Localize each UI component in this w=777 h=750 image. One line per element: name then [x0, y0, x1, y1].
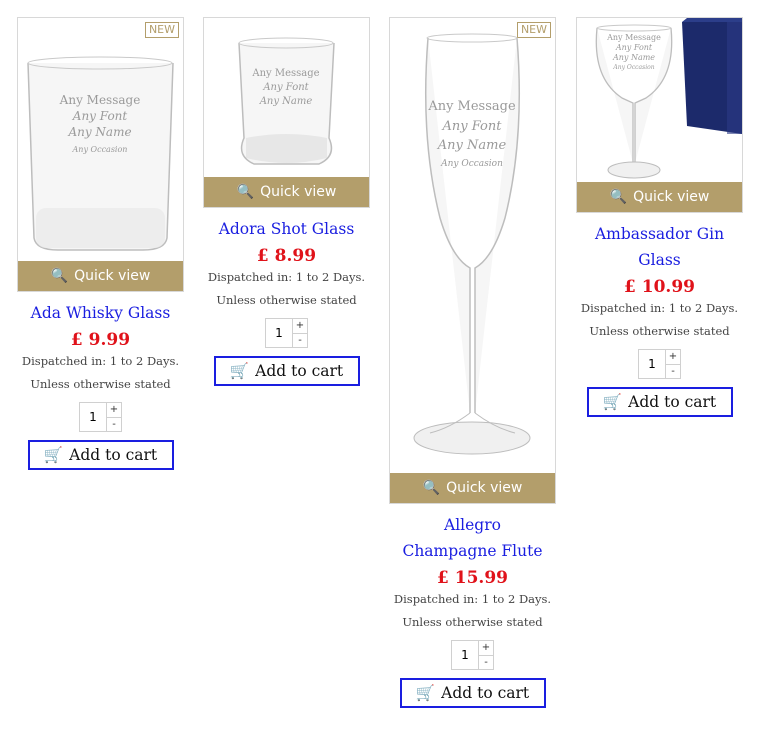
- dispatch-info: Dispatched in: 1 to 2 Days.: [21, 354, 180, 368]
- engraving-line: Any Name: [612, 53, 655, 62]
- whisky-glass-image: Any Message Any Font Any Name Any Occasi…: [27, 56, 174, 251]
- gift-box-image: [682, 18, 742, 134]
- dispatch-note: Unless otherwise stated: [589, 324, 730, 338]
- plus-icon[interactable]: +: [666, 350, 680, 365]
- dispatch-info: Dispatched in: 1 to 2 Days.: [580, 301, 739, 315]
- cart-icon: 🛒: [415, 684, 436, 702]
- quick-view-button[interactable]: 🔍 Quick view: [204, 177, 369, 207]
- product-card-ada: NEW Any Message Any Font Any Name Any Oc…: [17, 17, 184, 470]
- quick-view-button[interactable]: 🔍 Quick view: [390, 473, 555, 503]
- gin-glass-image: Any Message Any Font Any Name Any Occasi…: [595, 18, 742, 179]
- product-price: £ 10.99: [624, 277, 695, 297]
- minus-icon[interactable]: -: [107, 418, 121, 432]
- plus-icon[interactable]: +: [293, 319, 307, 334]
- engraving-line: Any Font: [262, 82, 309, 93]
- search-icon: 🔍: [422, 480, 441, 496]
- quantity-stepper[interactable]: 1 + -: [265, 318, 308, 348]
- quick-view-label: Quick view: [633, 189, 710, 205]
- engraving-line: Any Font: [615, 43, 653, 52]
- engraving-line: Any Name: [437, 138, 507, 153]
- search-icon: 🔍: [236, 184, 255, 200]
- minus-icon[interactable]: -: [479, 656, 493, 670]
- dispatch-note: Unless otherwise stated: [402, 615, 543, 629]
- engraving-line: Any Font: [72, 109, 128, 123]
- minus-icon[interactable]: -: [666, 365, 680, 379]
- product-card-ambassador: Any Message Any Font Any Name Any Occasi…: [576, 17, 743, 417]
- cart-icon: 🛒: [43, 446, 64, 464]
- quantity-input[interactable]: 1: [266, 319, 292, 347]
- dispatch-note: Unless otherwise stated: [30, 377, 171, 391]
- quick-view-label: Quick view: [260, 184, 337, 200]
- quantity-stepper[interactable]: 1 + -: [638, 349, 681, 379]
- dispatch-note: Unless otherwise stated: [216, 293, 357, 307]
- cart-icon: 🛒: [602, 393, 623, 411]
- add-to-cart-button[interactable]: 🛒 Add to cart: [399, 678, 546, 708]
- add-to-cart-button[interactable]: 🛒 Add to cart: [213, 356, 360, 386]
- add-to-cart-button[interactable]: 🛒 Add to cart: [27, 440, 174, 470]
- product-image-frame[interactable]: NEW Any Message Any Font Any Name Any Oc…: [389, 17, 556, 504]
- add-to-cart-button[interactable]: 🛒 Add to cart: [586, 387, 733, 417]
- quick-view-button[interactable]: 🔍 Quick view: [577, 182, 742, 212]
- product-name-link[interactable]: Ada Whisky Glass: [17, 300, 184, 326]
- engraving-line: Any Name: [67, 125, 131, 139]
- add-to-cart-label: Add to cart: [255, 362, 344, 380]
- product-image-frame[interactable]: Any Message Any Font Any Name Any Occasi…: [576, 17, 743, 213]
- quick-view-button[interactable]: 🔍 Quick view: [18, 261, 183, 291]
- engraving-line: Any Message: [251, 68, 319, 79]
- product-name-link[interactable]: Ambassador Gin Glass: [576, 221, 743, 273]
- dispatch-info: Dispatched in: 1 to 2 Days.: [207, 270, 366, 284]
- product-image-frame[interactable]: NEW Any Message Any Font Any Name Any Oc…: [17, 17, 184, 292]
- shot-glass-image: Any Message Any Font Any Name: [238, 37, 335, 165]
- quantity-stepper[interactable]: 1 + -: [79, 402, 122, 432]
- product-price: £ 8.99: [256, 246, 317, 266]
- engraving-line: Any Name: [259, 96, 313, 107]
- cart-icon: 🛒: [229, 362, 250, 380]
- engraving-line: Any Message: [427, 99, 516, 114]
- add-to-cart-label: Add to cart: [441, 684, 530, 702]
- quantity-input[interactable]: 1: [80, 403, 106, 431]
- dispatch-info: Dispatched in: 1 to 2 Days.: [393, 592, 552, 606]
- quantity-input[interactable]: 1: [639, 350, 665, 378]
- plus-icon[interactable]: +: [479, 641, 493, 656]
- search-icon: 🔍: [50, 268, 69, 284]
- product-price: £ 15.99: [437, 568, 508, 588]
- search-icon: 🔍: [609, 189, 628, 205]
- product-card-adora: Any Message Any Font Any Name 🔍 Quick vi…: [203, 17, 370, 386]
- engraving-line: Any Font: [442, 119, 503, 134]
- product-image-frame[interactable]: Any Message Any Font Any Name 🔍 Quick vi…: [203, 17, 370, 208]
- minus-icon[interactable]: -: [293, 334, 307, 348]
- quantity-input[interactable]: 1: [452, 641, 478, 669]
- quick-view-label: Quick view: [74, 268, 151, 284]
- quantity-stepper[interactable]: 1 + -: [451, 640, 494, 670]
- engraving-line: Any Occasion: [72, 145, 128, 154]
- product-card-allegro: NEW Any Message Any Font Any Name Any Oc…: [389, 17, 556, 708]
- product-name-link[interactable]: Adora Shot Glass: [203, 216, 370, 242]
- engraving-line: Any Message: [606, 33, 661, 42]
- engraving-line: Any Message: [59, 93, 141, 107]
- plus-icon[interactable]: +: [107, 403, 121, 418]
- engraving-line: Any Occasion: [612, 64, 654, 71]
- engraving-line: Any Occasion: [440, 159, 503, 169]
- add-to-cart-label: Add to cart: [69, 446, 158, 464]
- quick-view-label: Quick view: [446, 480, 523, 496]
- product-name-link[interactable]: Allegro Champagne Flute: [389, 512, 556, 564]
- add-to-cart-label: Add to cart: [628, 393, 717, 411]
- champagne-flute-image: Any Message Any Font Any Name Any Occasi…: [413, 33, 531, 455]
- product-price: £ 9.99: [70, 330, 131, 350]
